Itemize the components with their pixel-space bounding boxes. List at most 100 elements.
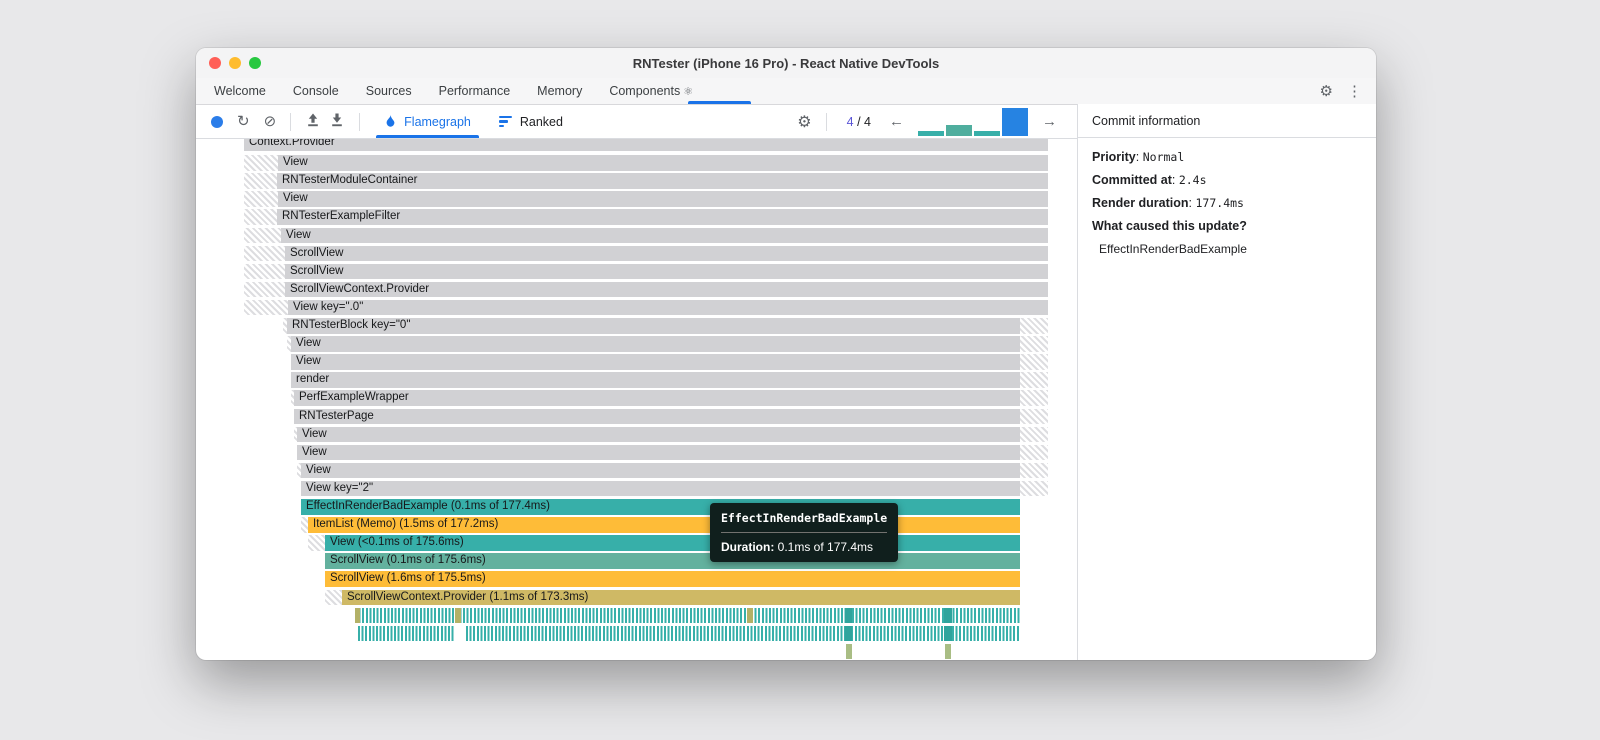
row-left-hatch (244, 263, 285, 280)
commit-bar-4[interactable] (1002, 107, 1028, 136)
flamegraph-stripe-row (196, 643, 1077, 660)
flamegraph-micro-bar-segment[interactable] (845, 625, 852, 642)
flamegraph-row: View key="2" (196, 480, 1077, 497)
flamegraph-tooltip: EffectInRenderBadExample Duration: 0.1ms… (710, 503, 899, 562)
clear-profile-icon[interactable]: ⊘ (264, 114, 277, 129)
flamegraph-bar[interactable]: RNTesterExampleFilter (277, 209, 1048, 225)
row-left-hatch (244, 281, 285, 298)
tab-ranked[interactable]: Ranked (498, 105, 563, 138)
import-profile-icon[interactable] (305, 112, 321, 131)
flamegraph-bar[interactable]: EffectInRenderBadExample (0.1ms of 177.4… (301, 499, 1020, 515)
row-right-hatch (1020, 408, 1048, 424)
next-commit-arrow-icon[interactable]: → (1042, 113, 1057, 130)
flamegraph-bar[interactable]: View (291, 354, 1020, 370)
commit-bar-1[interactable] (918, 130, 944, 136)
flamegraph-micro-bar-segment[interactable] (945, 643, 951, 660)
flamegraph-row: View (196, 462, 1077, 479)
tab-flamegraph[interactable]: Flamegraph (376, 105, 479, 138)
commit-selector[interactable] (918, 107, 1028, 136)
flamegraph-stripe-row (196, 607, 1077, 624)
flamegraph-bar[interactable]: RNTesterPage (294, 408, 1020, 424)
flamegraph-micro-bar-segment[interactable] (944, 607, 952, 624)
divider (290, 112, 292, 131)
reload-and-profile-icon[interactable]: ↻ (237, 114, 250, 129)
flamegraph-micro-bar-segment[interactable] (455, 625, 465, 642)
flamegraph-bar[interactable]: ScrollView (1.6ms of 175.5ms) (325, 571, 1020, 587)
flamegraph-row: View (196, 336, 1077, 352)
commit-bar-3[interactable] (974, 130, 1000, 136)
tab-performance[interactable]: Performance (439, 84, 511, 98)
flamegraph-bar[interactable]: render (291, 372, 1020, 388)
flamegraph-bar[interactable]: ScrollViewContext.Provider (285, 281, 1048, 298)
flamegraph-row: View (196, 444, 1077, 461)
settings-gear-icon[interactable]: ⚙ (1320, 84, 1333, 99)
row-right-hatch (1020, 390, 1048, 406)
flamegraph-bar[interactable]: View (281, 227, 1048, 243)
row-right-hatch (1020, 480, 1048, 497)
flamegraph-micro-bar-segment[interactable] (355, 607, 360, 624)
kebab-menu-icon[interactable]: ⋮ (1347, 84, 1362, 99)
tab-components[interactable]: Components ⚛ (609, 84, 693, 98)
flamegraph-row: View (196, 191, 1077, 207)
tab-sources[interactable]: Sources (366, 84, 412, 98)
flamegraph-bar[interactable]: ItemList (Memo) (1.5ms of 177.2ms) (308, 517, 1020, 533)
zoom-window-button[interactable] (249, 57, 261, 69)
row-left-hatch (244, 209, 277, 225)
flamegraph-bar[interactable]: ScrollView (0.1ms of 175.6ms) (325, 553, 1020, 569)
flamegraph-micro-bar-segment[interactable] (747, 607, 753, 624)
row-left-hatch (244, 245, 285, 262)
devtools-window: RNTester (iPhone 16 Pro) - React Native … (196, 48, 1376, 660)
flamegraph-row: View (196, 426, 1077, 443)
flame-icon (386, 114, 395, 127)
flamegraph-bar[interactable]: PerfExampleWrapper (294, 390, 1020, 406)
flamegraph-bar[interactable]: RNTesterBlock key="0" (287, 318, 1020, 334)
tab-welcome[interactable]: Welcome (214, 84, 266, 98)
flamegraph-row: View (196, 155, 1077, 171)
row-right-hatch (1020, 336, 1048, 352)
flamegraph-bar[interactable]: View (297, 444, 1020, 461)
flamegraph-bar[interactable]: ScrollView (285, 263, 1048, 280)
record-button[interactable] (211, 115, 223, 128)
flamegraph-bar[interactable]: View key=".0" (288, 299, 1048, 316)
flamegraph-bar[interactable]: ScrollViewContext.Provider (1.1ms of 173… (342, 589, 1020, 605)
flamegraph-bar[interactable]: RNTesterModuleContainer (277, 173, 1048, 189)
priority-field: Priority: Normal (1092, 150, 1185, 164)
previous-commit-arrow-icon[interactable]: ← (889, 113, 904, 130)
close-window-button[interactable] (209, 57, 221, 69)
commit-counter: 4 / 4 (846, 114, 871, 129)
title-bar: RNTester (iPhone 16 Pro) - React Native … (196, 48, 1376, 78)
flamegraph-bar[interactable]: View (297, 426, 1020, 443)
flamegraph-bar[interactable]: View key="2" (301, 480, 1020, 497)
tab-memory[interactable]: Memory (537, 84, 582, 98)
tab-console[interactable]: Console (293, 84, 339, 98)
row-left-hatch (244, 299, 288, 316)
flamegraph-bar[interactable]: View (278, 155, 1048, 171)
commit-bar-2[interactable] (946, 124, 972, 136)
profiler-settings-gear-icon[interactable]: ⚙ (797, 112, 811, 132)
render-duration-field: Render duration: 177.4ms (1092, 196, 1244, 210)
update-cause-label: What caused this update? (1092, 219, 1247, 233)
export-profile-icon[interactable] (329, 112, 345, 131)
flamegraph-micro-bar-segment[interactable] (944, 625, 952, 642)
flamegraph-row: ItemList (Memo) (1.5ms of 177.2ms) (196, 517, 1077, 533)
update-cause-value[interactable]: EffectInRenderBadExample (1092, 242, 1362, 256)
flamegraph-row: View (196, 227, 1077, 243)
flamegraph-micro-bar-segment[interactable] (455, 607, 461, 624)
row-left-hatch (308, 535, 325, 551)
react-atom-icon: ⚛ (683, 86, 694, 98)
commit-info-header: Commit information (1078, 104, 1376, 138)
flamegraph-row: ScrollView (196, 245, 1077, 262)
flamegraph-bar[interactable]: View (301, 462, 1020, 479)
window-title: RNTester (iPhone 16 Pro) - React Native … (632, 55, 940, 71)
flamegraph-bar[interactable]: View (<0.1ms of 175.6ms) (325, 535, 1020, 551)
flamegraph-bar[interactable]: ScrollView (285, 245, 1048, 262)
flamegraph-row: render (196, 372, 1077, 388)
traffic-lights (209, 57, 261, 69)
flamegraph-bar[interactable]: View (278, 191, 1048, 207)
flamegraph-bar[interactable]: View (291, 336, 1020, 352)
minimize-window-button[interactable] (229, 57, 241, 69)
flamegraph-micro-bar-segment[interactable] (846, 643, 852, 660)
flamegraph-micro-bar-segment[interactable] (845, 607, 852, 624)
tooltip-component-name: EffectInRenderBadExample (721, 511, 888, 525)
flamegraph: Context.Provider View RNTesterModuleContai… (196, 48, 1077, 660)
